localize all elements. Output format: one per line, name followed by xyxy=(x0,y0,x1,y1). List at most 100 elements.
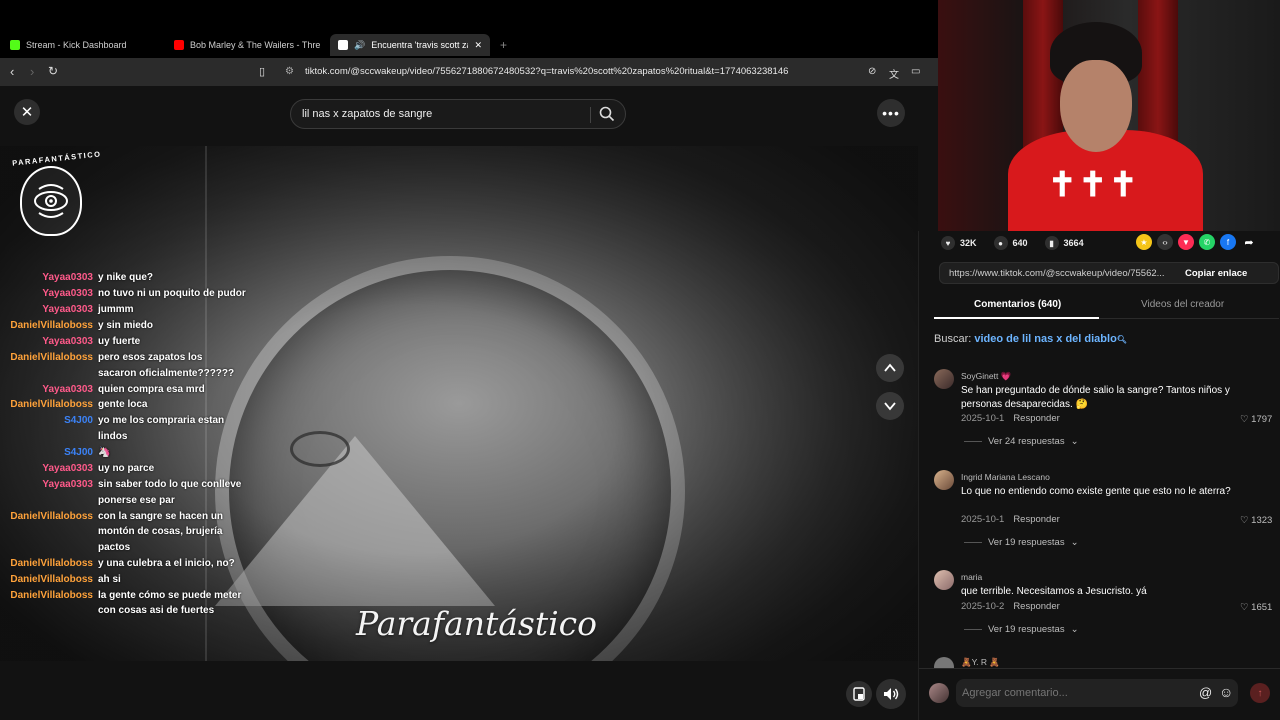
chat-text: 🦄 xyxy=(98,447,111,459)
comment-like-count: 1797 xyxy=(1251,414,1273,425)
reply-button[interactable]: Responder xyxy=(1013,514,1059,525)
close-tab-icon[interactable]: ✕ xyxy=(474,40,482,51)
comment-stat[interactable]: ● 640 xyxy=(993,236,1028,250)
reload-icon[interactable]: ↻ xyxy=(48,64,58,78)
heart-outline-icon: ♡ xyxy=(1240,515,1252,526)
tracking-icon[interactable]: ⊘ xyxy=(868,66,876,77)
comment-body: que terrible. Necesitamos a Jesucristo. … xyxy=(961,586,1147,597)
tab-label: Bob Marley & The Wailers - Three Lit xyxy=(190,40,320,50)
chat-user: S4J00 xyxy=(64,415,93,427)
heart-outline-icon: ♡ xyxy=(1240,414,1252,425)
bookmark-icon[interactable]: ▯ xyxy=(259,65,265,78)
chat-message: Yayaa0303 no tuvo ni un poquito de pudor xyxy=(0,286,250,302)
tab-comments[interactable]: Comentarios (640) xyxy=(974,299,1061,310)
tab-kick-dashboard[interactable]: Stream - Kick Dashboard xyxy=(10,34,160,56)
like-stat[interactable]: ♥ 32K xyxy=(941,236,977,250)
chat-text: con la sangre se hacen un montón de cosa… xyxy=(98,510,224,553)
related-search-link[interactable]: video de lil nas x del diablo xyxy=(974,333,1116,345)
tab-youtube-bob-marley[interactable]: Bob Marley & The Wailers - Three Lit xyxy=(174,34,320,56)
reply-button[interactable]: Responder xyxy=(1013,601,1059,612)
tab-creator-videos[interactable]: Videos del creador xyxy=(1141,299,1224,310)
next-video-button[interactable] xyxy=(876,392,904,420)
share-link-text[interactable]: https://www.tiktok.com/@sccwakeup/video/… xyxy=(949,268,1177,279)
comment-input[interactable] xyxy=(956,679,1238,707)
search-query[interactable]: lil nas x zapatos de sangre xyxy=(302,108,432,120)
share-arrow-icon[interactable]: ➦ xyxy=(1241,234,1257,250)
search-icon[interactable] xyxy=(599,106,615,127)
avatar[interactable] xyxy=(934,369,954,389)
heart-outline-icon: ♡ xyxy=(1240,602,1252,613)
chevron-down-icon: ⌄ xyxy=(1070,624,1079,635)
chevron-down-icon xyxy=(884,402,896,411)
comment-likes[interactable]: ♡ 1797 xyxy=(1240,414,1272,425)
save-stat[interactable]: ▮ 3664 xyxy=(1044,236,1084,250)
heart-icon: ♥ xyxy=(941,236,955,250)
share-link-box: https://www.tiktok.com/@sccwakeup/video/… xyxy=(939,262,1279,284)
chat-message: DanielVillaloboss pero esos zapatos los s… xyxy=(0,350,250,381)
comment-meta: 2025-10-1 Responder xyxy=(961,514,1060,525)
site-info-icon[interactable]: ⚙ xyxy=(285,66,294,77)
chevron-down-icon: ⌄ xyxy=(1070,436,1079,447)
youtube-icon xyxy=(174,40,184,50)
comment-likes[interactable]: ♡ 1651 xyxy=(1240,602,1272,613)
avatar[interactable] xyxy=(934,470,954,490)
panel-tabs: Comentarios (640) Videos del creador xyxy=(934,295,1279,319)
close-button[interactable]: ✕ xyxy=(14,99,40,125)
comment-author[interactable]: maria xyxy=(961,572,982,582)
view-replies-button[interactable]: Ver 19 respuestas ⌄ xyxy=(964,537,1079,548)
chat-user: Yayaa0303 xyxy=(42,287,93,299)
embed-code-icon[interactable]: ‹› xyxy=(1157,234,1173,250)
view-replies-button[interactable]: Ver 19 respuestas ⌄ xyxy=(964,624,1079,635)
ellipsis-icon: ••• xyxy=(882,105,900,121)
chat-message: S4J00 🦄 xyxy=(0,445,250,461)
chat-message: Yayaa0303 sin saber todo lo que conlleve … xyxy=(0,477,250,508)
view-replies-label: Ver 24 respuestas xyxy=(988,436,1065,447)
comment-like-count: 1323 xyxy=(1251,515,1273,526)
view-replies-button[interactable]: Ver 24 respuestas ⌄ xyxy=(964,436,1079,447)
more-options-button[interactable]: ••• xyxy=(877,99,905,127)
chat-message: DanielVillaloboss y una culebra a el inic… xyxy=(0,556,250,572)
whatsapp-icon[interactable]: ✆ xyxy=(1199,234,1215,250)
comment-item: maria que terrible. Necesitamos a Jesucr… xyxy=(934,570,1279,640)
save-count: 3664 xyxy=(1063,238,1084,248)
like-count: 32K xyxy=(960,238,977,248)
chat-user: DanielVillaloboss xyxy=(10,589,93,601)
emoji-icon[interactable]: ☺ xyxy=(1219,684,1233,700)
forward-arrow-icon[interactable]: › xyxy=(30,64,34,79)
user-avatar[interactable] xyxy=(929,683,949,703)
comment-author[interactable]: SoyGinett 💗 xyxy=(961,371,1011,382)
comment-author[interactable]: 🧸Y. R 🧸 xyxy=(961,657,1000,668)
chat-text: ah si xyxy=(98,573,121,585)
translate-icon[interactable]: 文 xyxy=(889,66,899,81)
cast-icon[interactable]: ▭ xyxy=(911,66,920,77)
reply-button[interactable]: Responder xyxy=(1013,413,1059,424)
pip-icon xyxy=(853,687,865,701)
avatar[interactable] xyxy=(934,570,954,590)
comment-likes[interactable]: ♡ 1323 xyxy=(1240,515,1272,526)
active-tab-underline xyxy=(934,317,1099,319)
chat-message: DanielVillaloboss gente loca xyxy=(0,397,250,413)
coin-gift-icon[interactable]: ★ xyxy=(1136,234,1152,250)
replies-dash xyxy=(964,629,982,630)
send-comment-button[interactable]: ↑ xyxy=(1250,683,1270,703)
picture-in-picture-button[interactable] xyxy=(846,681,872,707)
facebook-icon[interactable]: f xyxy=(1220,234,1236,250)
chat-user: DanielVillaloboss xyxy=(10,510,93,522)
back-arrow-icon[interactable]: ‹ xyxy=(10,64,14,79)
new-tab-button[interactable]: + xyxy=(500,34,507,56)
chat-user: Yayaa0303 xyxy=(42,335,93,347)
comment-body: Lo que no entiendo como existe gente que… xyxy=(961,486,1231,497)
copy-link-button[interactable]: Copiar enlace xyxy=(1185,268,1247,279)
search-bar[interactable]: lil nas x zapatos de sangre xyxy=(290,99,626,129)
mention-icon[interactable]: @ xyxy=(1199,685,1212,700)
comment-author[interactable]: Ingrid Mariana Lescano xyxy=(961,472,1050,482)
volume-button[interactable] xyxy=(876,679,906,709)
previous-video-button[interactable] xyxy=(876,354,904,382)
repost-icon[interactable]: ▼ xyxy=(1178,234,1194,250)
tab-tiktok-active[interactable]: 🔊 Encuentra 'travis scott zapato ✕ xyxy=(330,34,490,56)
url-text[interactable]: tiktok.com/@sccwakeup/video/755627188067… xyxy=(305,66,788,77)
video-watermark: Parafantástico xyxy=(356,604,598,643)
chat-message: Yayaa0303 jummm xyxy=(0,302,250,318)
view-replies-label: Ver 19 respuestas xyxy=(988,624,1065,635)
tab-label: Stream - Kick Dashboard xyxy=(26,40,127,50)
